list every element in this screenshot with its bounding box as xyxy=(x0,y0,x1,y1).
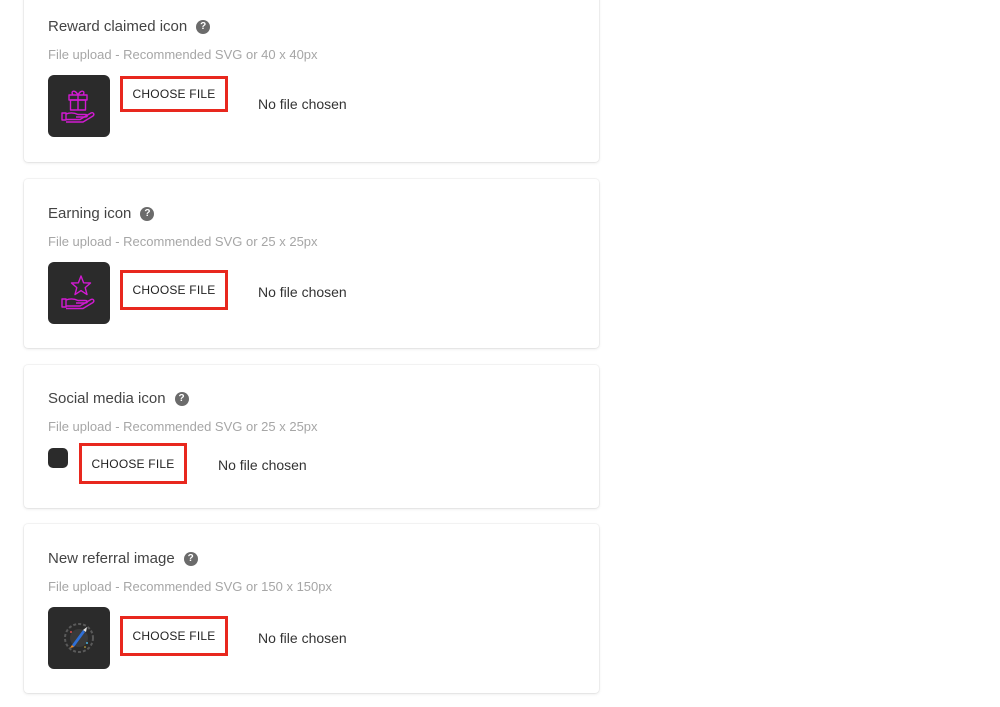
card-title: New referral image ? xyxy=(48,550,198,567)
card-title: Earning icon ? xyxy=(48,205,155,222)
help-icon[interactable]: ? xyxy=(196,19,211,34)
file-preview xyxy=(48,607,110,669)
card-subtitle: File upload - Recommended SVG or 25 x 25… xyxy=(48,234,318,249)
reward-claimed-icon-card: Reward claimed icon ? File upload - Reco… xyxy=(24,0,599,162)
card-title-text: Reward claimed icon xyxy=(48,18,188,35)
card-title: Reward claimed icon ? xyxy=(48,18,211,35)
file-status: No file chosen xyxy=(218,457,307,473)
file-preview-empty xyxy=(48,448,68,468)
card-subtitle: File upload - Recommended SVG or 150 x 1… xyxy=(48,579,332,594)
file-preview xyxy=(48,262,110,324)
card-subtitle: File upload - Recommended SVG or 40 x 40… xyxy=(48,47,318,62)
file-status: No file chosen xyxy=(258,96,347,112)
new-referral-image-card: New referral image ? File upload - Recom… xyxy=(24,524,599,693)
file-status: No file chosen xyxy=(258,630,347,646)
file-preview xyxy=(48,75,110,137)
choose-file-button[interactable]: CHOOSE FILE xyxy=(79,443,187,484)
help-icon[interactable]: ? xyxy=(174,391,189,406)
card-title-text: Social media icon xyxy=(48,390,166,407)
gift-in-hand-icon xyxy=(61,90,95,123)
earning-icon-card: Earning icon ? File upload - Recommended… xyxy=(24,179,599,348)
card-title-text: New referral image xyxy=(48,550,175,567)
file-status: No file chosen xyxy=(258,284,347,300)
card-title-text: Earning icon xyxy=(48,205,132,222)
star-in-hand-icon xyxy=(61,275,95,310)
card-title: Social media icon ? xyxy=(48,390,189,407)
social-media-icon-card: Social media icon ? File upload - Recomm… xyxy=(24,365,599,508)
rocket-badge-icon xyxy=(64,623,94,653)
choose-file-button[interactable]: CHOOSE FILE xyxy=(120,76,228,112)
choose-file-button[interactable]: CHOOSE FILE xyxy=(120,616,228,656)
card-subtitle: File upload - Recommended SVG or 25 x 25… xyxy=(48,419,318,434)
choose-file-button[interactable]: CHOOSE FILE xyxy=(120,270,228,310)
help-icon[interactable]: ? xyxy=(140,206,155,221)
help-icon[interactable]: ? xyxy=(183,551,198,566)
